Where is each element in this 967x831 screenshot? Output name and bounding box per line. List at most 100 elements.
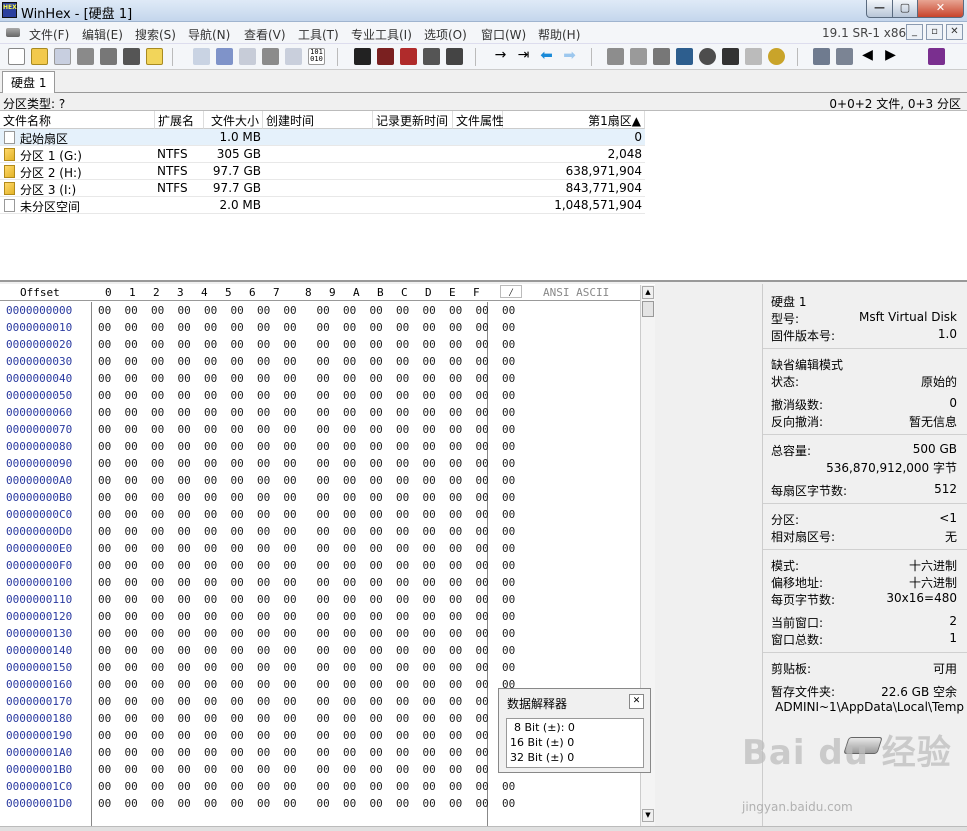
hex-row[interactable]: 00 00 00 00 00 00 00 00 00 00 00 00 00 0… [98, 576, 515, 593]
column-header-ext[interactable]: 扩展名 [155, 111, 204, 129]
winhex-app-icon[interactable]: HEX [2, 2, 17, 18]
hex-row[interactable]: 00 00 00 00 00 00 00 00 00 00 00 00 00 0… [98, 389, 515, 406]
table-row[interactable]: 分区 2 (H:) NTFS 97.7 GB 638,971,904 [0, 163, 645, 180]
column-header-name[interactable]: 文件名称 [0, 111, 155, 129]
mdi-minimize-button[interactable]: _ [906, 24, 923, 40]
hex-row[interactable]: 00 00 00 00 00 00 00 00 00 00 00 00 00 0… [98, 457, 515, 474]
clone-disk-icon[interactable] [630, 48, 647, 65]
open-drive-icon[interactable] [607, 48, 624, 65]
table-row[interactable]: 起始扇区 1.0 MB 0 [0, 129, 645, 146]
minimize-button[interactable]: — [866, 0, 893, 18]
column-header-first-sector[interactable]: 第1扇区▲ [503, 111, 645, 129]
table-icon[interactable] [836, 48, 853, 65]
hex-row[interactable]: 00 00 00 00 00 00 00 00 00 00 00 00 00 0… [98, 661, 515, 678]
menu-view[interactable]: 查看(V) [244, 26, 286, 43]
scroll-thumb[interactable] [642, 301, 654, 317]
menu-help[interactable]: 帮助(H) [538, 26, 580, 43]
menu-navigation[interactable]: 导航(N) [188, 26, 230, 43]
menu-window[interactable]: 窗口(W) [481, 26, 526, 43]
scroll-up-button[interactable]: ▲ [642, 286, 654, 299]
table-row[interactable]: 未分区空间 2.0 MB 1,048,571,904 [0, 197, 645, 214]
back-arrow-icon[interactable]: ⬅ [538, 48, 555, 65]
replace-hex-icon[interactable] [423, 48, 440, 65]
hex-row[interactable]: 00 00 00 00 00 00 00 00 00 00 00 00 00 0… [98, 508, 515, 525]
menu-edit[interactable]: 编辑(E) [82, 26, 123, 43]
scroll-down-button[interactable]: ▼ [642, 809, 654, 822]
hex-row[interactable]: 00 00 00 00 00 00 00 00 00 00 00 00 00 0… [98, 780, 515, 797]
hex-row[interactable]: 00 00 00 00 00 00 00 00 00 00 00 00 00 0… [98, 491, 515, 508]
copy-icon[interactable] [216, 48, 233, 65]
new-file-icon[interactable] [8, 48, 25, 65]
print-icon[interactable] [77, 48, 94, 65]
menu-search[interactable]: 搜索(S) [135, 26, 176, 43]
goto-sector-icon[interactable]: ⇥ [515, 48, 532, 65]
hex-row[interactable]: 00 00 00 00 00 00 00 00 00 00 00 00 00 0… [98, 559, 515, 576]
book-icon[interactable] [928, 48, 945, 65]
disk-image-icon[interactable] [653, 48, 670, 65]
hex-row[interactable]: 00 00 00 00 00 00 00 00 00 00 00 00 00 0… [98, 525, 515, 542]
gear-icon[interactable] [768, 48, 785, 65]
column-header-attributes[interactable]: 文件属性 [453, 111, 504, 129]
forward-arrow-icon[interactable]: ➡ [561, 48, 578, 65]
hex-row[interactable]: 00 00 00 00 00 00 00 00 00 00 00 00 00 0… [98, 797, 515, 814]
hex-row[interactable]: 00 00 00 00 00 00 00 00 00 00 00 00 00 0… [98, 304, 515, 321]
mdi-restore-button[interactable]: ▫ [926, 24, 943, 40]
hex-row[interactable]: 00 00 00 00 00 00 00 00 00 00 00 00 00 0… [98, 372, 515, 389]
hex-row[interactable]: 00 00 00 00 00 00 00 00 00 00 00 00 00 0… [98, 593, 515, 610]
paste-icon[interactable] [262, 48, 279, 65]
drive-icon[interactable] [6, 28, 20, 37]
close-button[interactable]: ✕ [917, 0, 964, 18]
hex-row[interactable]: 00 00 00 00 00 00 00 00 00 00 00 00 00 0… [98, 440, 515, 457]
hex-row[interactable]: 00 00 00 00 00 00 00 00 00 00 00 00 00 0… [98, 321, 515, 338]
hex-row[interactable]: 00 00 00 00 00 00 00 00 00 00 00 00 00 0… [98, 338, 515, 355]
replace-text-icon[interactable] [400, 48, 417, 65]
find-text-icon[interactable] [354, 48, 371, 65]
ascii-tab[interactable]: ⁄ [500, 285, 522, 299]
undo-icon[interactable] [193, 48, 210, 65]
column-header-created[interactable]: 创建时间 [263, 111, 373, 129]
menu-options[interactable]: 选项(O) [424, 26, 467, 43]
hex-row[interactable]: 00 00 00 00 00 00 00 00 00 00 00 00 00 0… [98, 610, 515, 627]
data-interpreter-panel[interactable]: 数据解释器 ✕ 8 Bit (±): 0 16 Bit (±) 0 32 Bit… [498, 688, 651, 773]
prev-icon[interactable]: ◀ [859, 48, 876, 65]
menu-specialist-tools[interactable]: 专业工具(I) [351, 26, 412, 43]
hex-row[interactable]: 00 00 00 00 00 00 00 00 00 00 00 00 00 0… [98, 542, 515, 559]
find-hex-value-icon[interactable] [446, 48, 463, 65]
hex-row[interactable]: 00 00 00 00 00 00 00 00 00 00 00 00 00 0… [98, 763, 515, 780]
hex-row[interactable]: 00 00 00 00 00 00 00 00 00 00 00 00 00 0… [98, 746, 515, 763]
next-icon[interactable]: ▶ [882, 48, 899, 65]
recover-icon[interactable] [722, 48, 739, 65]
hex-row[interactable]: 00 00 00 00 00 00 00 00 00 00 00 00 00 0… [98, 644, 515, 661]
properties-icon[interactable] [123, 48, 140, 65]
save-icon[interactable] [54, 48, 71, 65]
hex-row[interactable]: 00 00 00 00 00 00 00 00 00 00 00 00 00 0… [98, 678, 515, 695]
maximize-button[interactable]: ▢ [892, 0, 918, 18]
hex-row[interactable]: 00 00 00 00 00 00 00 00 00 00 00 00 00 0… [98, 729, 515, 746]
tools-icon[interactable] [745, 48, 762, 65]
hex-row[interactable]: 00 00 00 00 00 00 00 00 00 00 00 00 00 0… [98, 406, 515, 423]
ram-icon[interactable] [676, 48, 693, 65]
hex-row[interactable]: 00 00 00 00 00 00 00 00 00 00 00 00 00 0… [98, 355, 515, 372]
print-preview-icon[interactable] [100, 48, 117, 65]
hex-data-column[interactable]: 00 00 00 00 00 00 00 00 00 00 00 00 00 0… [92, 302, 515, 826]
hex-row[interactable]: 00 00 00 00 00 00 00 00 00 00 00 00 00 0… [98, 423, 515, 440]
hex-row[interactable]: 00 00 00 00 00 00 00 00 00 00 00 00 00 0… [98, 695, 515, 712]
paste-clipboard-icon[interactable] [285, 48, 302, 65]
open-file-icon[interactable] [31, 48, 48, 65]
table-row[interactable]: 分区 1 (G:) NTFS 305 GB 2,048 [0, 146, 645, 163]
column-header-size[interactable]: 文件大小 [204, 111, 263, 129]
mdi-close-button[interactable]: ✕ [946, 24, 963, 40]
title-bar[interactable]: HEX WinHex - [硬盘 1] — ▢ ✕ [0, 0, 967, 22]
hex-row[interactable]: 00 00 00 00 00 00 00 00 00 00 00 00 00 0… [98, 712, 515, 729]
menu-file[interactable]: 文件(F) [29, 26, 69, 43]
data-interpreter-close-button[interactable]: ✕ [629, 694, 644, 709]
goto-offset-icon[interactable]: → [492, 48, 509, 65]
menu-tools[interactable]: 工具(T) [298, 26, 339, 43]
cut-icon[interactable] [239, 48, 256, 65]
hex-row[interactable]: 00 00 00 00 00 00 00 00 00 00 00 00 00 0… [98, 474, 515, 491]
find-hex-icon[interactable] [377, 48, 394, 65]
zoom-icon[interactable] [699, 48, 716, 65]
calculator-icon[interactable] [813, 48, 830, 65]
open-disk-icon[interactable] [146, 48, 163, 65]
tab-disk-1[interactable]: 硬盘 1 [2, 71, 56, 93]
